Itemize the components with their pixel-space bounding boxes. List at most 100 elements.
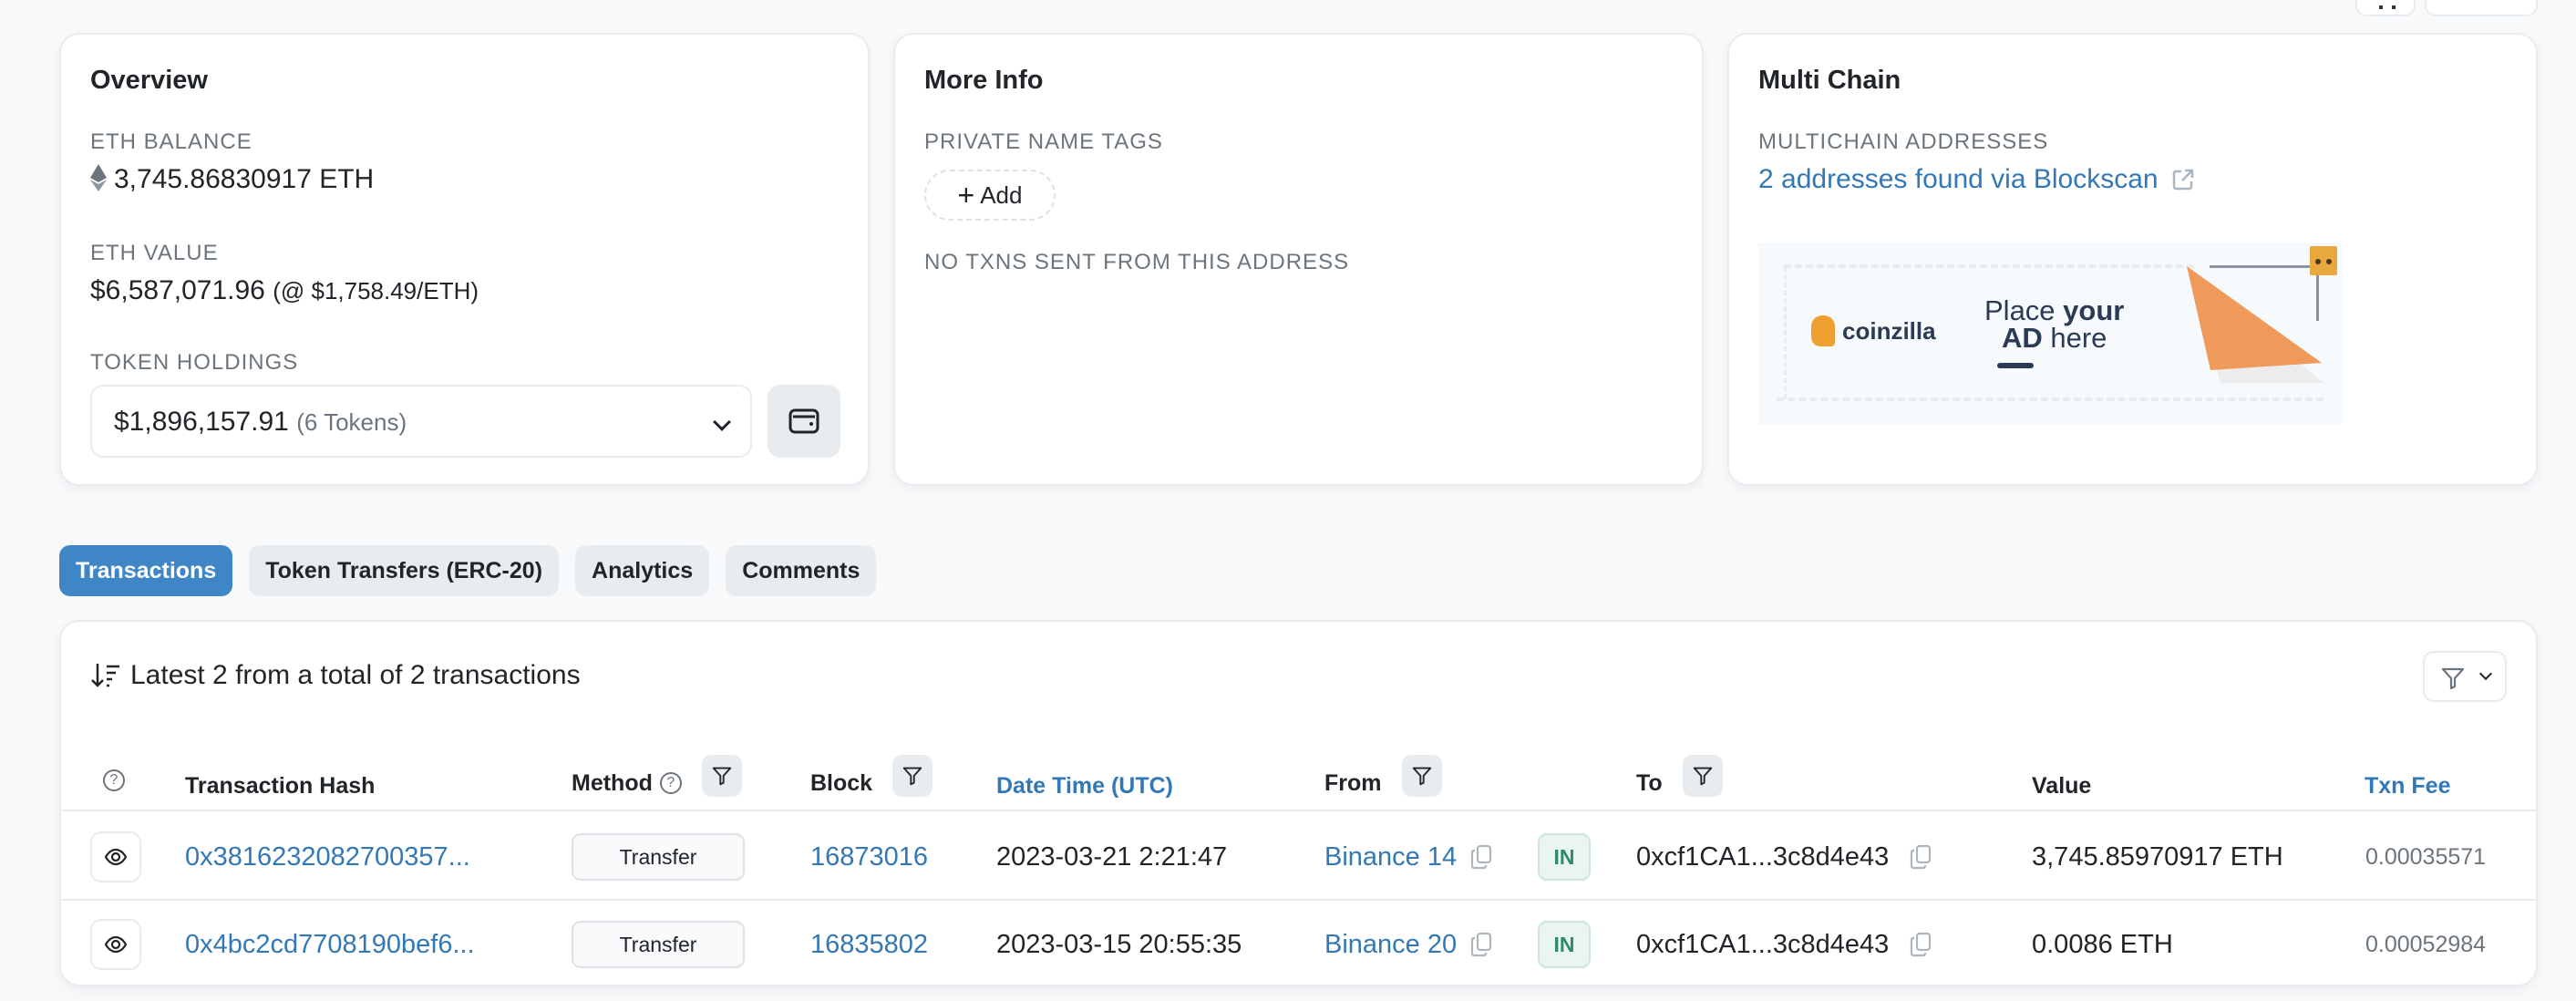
token-holdings-value: $1,896,157.91 (114, 407, 289, 437)
filter-icon (902, 767, 922, 786)
eth-balance-value: 3,745.86830917 ETH (90, 164, 374, 195)
token-holdings-dropdown[interactable]: $1,896,157.91 (6 Tokens) (90, 385, 752, 458)
external-link-icon[interactable] (2171, 168, 2195, 191)
coinzilla-name: coinzilla (1842, 316, 1936, 345)
eth-value: $6,587,071.96 (@ $1,758.49/ETH) (90, 275, 479, 306)
add-label: Add (980, 181, 1023, 209)
header-datetime[interactable]: Date Time (UTC) (996, 773, 1173, 800)
header-block-label: Block (810, 769, 873, 796)
plus-icon: + (957, 179, 975, 212)
address-tabs: Transactions Token Transfers (ERC-20) An… (59, 545, 877, 596)
direction-in-badge: IN (1538, 833, 1591, 881)
to-cell: 0xcf1CA1...3c8d4e43 (1636, 901, 1932, 985)
method-filter-button[interactable] (701, 755, 742, 797)
copy-icon[interactable] (1469, 932, 1493, 957)
private-name-tags-label: PRIVATE NAME TAGS (924, 129, 1163, 154)
overview-title: Overview (90, 66, 208, 95)
eye-icon (104, 935, 128, 954)
copy-icon[interactable] (1909, 844, 1932, 870)
coinzilla-logo-icon (1811, 315, 1835, 346)
block-filter-button[interactable] (892, 755, 933, 797)
multi-chain-card: Multi Chain MULTICHAIN ADDRESSES 2 addre… (1727, 33, 2538, 486)
header-from: From (1324, 755, 1442, 797)
from-cell: Binance 20 (1324, 901, 1493, 985)
ad-text-2a: AD (2001, 322, 2043, 354)
header-help[interactable]: ? (103, 769, 125, 791)
header-method: Method ? (572, 755, 742, 797)
from-filter-button[interactable] (1401, 755, 1442, 797)
filter-icon (712, 767, 732, 786)
block-link[interactable]: 16873016 (810, 813, 928, 901)
preview-button[interactable] (90, 919, 141, 970)
tab-transactions[interactable]: Transactions (59, 545, 233, 596)
tab-comments[interactable]: Comments (726, 545, 877, 596)
table-row: 0x3816232082700357... Transfer 16873016 … (61, 813, 2536, 901)
txn-hash-link[interactable]: 0x4bc2cd7708190bef6... (185, 901, 475, 985)
ad-text-2b: here (2042, 322, 2107, 354)
eth-balance-label: ETH BALANCE (90, 129, 252, 154)
eye-icon (104, 848, 128, 866)
direction-in-badge: IN (1538, 921, 1591, 968)
question-icon[interactable]: ? (659, 772, 682, 794)
header-to-label: To (1636, 769, 1663, 796)
txn-datetime: 2023-03-21 2:21:47 (996, 841, 1228, 872)
multichain-addresses-row: 2 addresses found via Blockscan (1758, 164, 2195, 195)
chevron-down-icon (2478, 666, 2493, 681)
filter-icon (1693, 767, 1712, 786)
header-from-label: From (1324, 769, 1382, 796)
tab-token-transfers[interactable]: Token Transfers (ERC-20) (249, 545, 560, 596)
ad-headline: Place your AD here (1984, 296, 2124, 354)
coinzilla-ad-banner[interactable]: coinzilla Place your AD here (1758, 243, 2342, 425)
eth-balance-amount: 3,745.86830917 ETH (114, 164, 375, 194)
block-link[interactable]: 16835802 (810, 901, 928, 985)
header-method-label: Method (572, 769, 653, 796)
table-header: ? Transaction Hash Method ? Block Date T… (61, 749, 2536, 811)
question-icon: ? (103, 769, 125, 791)
no-txns-label: NO TXNS SENT FROM THIS ADDRESS (924, 250, 1350, 274)
header-transaction-hash: Transaction Hash (185, 773, 376, 799)
top-action-button-2[interactable] (2425, 0, 2538, 16)
from-address-link[interactable]: Binance 20 (1324, 930, 1457, 960)
header-txn-fee[interactable]: Txn Fee (2365, 773, 2450, 800)
to-address: 0xcf1CA1...3c8d4e43 (1636, 929, 1890, 959)
more-icon (2379, 5, 2396, 9)
token-holdings-label: TOKEN HOLDINGS (90, 350, 299, 375)
transactions-summary: Latest 2 from a total of 2 transactions (90, 660, 581, 691)
ethereum-icon (90, 164, 107, 191)
token-wallet-button[interactable] (768, 385, 840, 458)
more-info-card: More Info PRIVATE NAME TAGS + Add NO TXN… (893, 33, 1704, 486)
copy-icon[interactable] (1909, 932, 1932, 957)
txn-hash-link[interactable]: 0x3816232082700357... (185, 813, 470, 901)
token-holdings-count: (6 Tokens) (296, 408, 407, 436)
eth-value-label: ETH VALUE (90, 241, 219, 265)
from-cell: Binance 14 (1324, 813, 1493, 901)
blockscan-link[interactable]: 2 addresses found via Blockscan (1758, 164, 2159, 194)
txn-value: 0.0086 ETH (2032, 929, 2173, 959)
header-to: To (1636, 755, 1723, 797)
add-name-tag-button[interactable]: + Add (924, 170, 1056, 221)
to-cell: 0xcf1CA1...3c8d4e43 (1636, 813, 1932, 901)
advanced-filter-dropdown[interactable] (2423, 651, 2507, 702)
txn-fee: 0.00035571 (2365, 843, 2487, 870)
method-badge: Transfer (572, 833, 745, 881)
tab-analytics[interactable]: Analytics (575, 545, 710, 596)
top-action-button[interactable] (2355, 0, 2416, 16)
txn-value: 3,745.85970917 ETH (2032, 841, 2283, 872)
summary-text: Latest 2 from a total of 2 transactions (130, 660, 581, 690)
method-badge: Transfer (572, 921, 745, 968)
multichain-addresses-label: MULTICHAIN ADDRESSES (1758, 129, 2049, 154)
to-address: 0xcf1CA1...3c8d4e43 (1636, 841, 1890, 872)
to-filter-button[interactable] (1682, 755, 1723, 797)
header-value: Value (2032, 773, 2092, 799)
transactions-card: Latest 2 from a total of 2 transactions … (59, 620, 2538, 986)
more-info-title: More Info (924, 66, 1044, 95)
ad-underline (1997, 363, 2034, 368)
multi-chain-title: Multi Chain (1758, 66, 1901, 95)
from-address-link[interactable]: Binance 14 (1324, 842, 1457, 872)
sort-desc-icon (91, 664, 119, 687)
txn-fee: 0.00052984 (2365, 931, 2487, 957)
eth-price: (@ $1,758.49/ETH) (273, 277, 479, 304)
preview-button[interactable] (90, 831, 141, 882)
filter-icon (2441, 667, 2465, 690)
copy-icon[interactable] (1469, 844, 1493, 870)
